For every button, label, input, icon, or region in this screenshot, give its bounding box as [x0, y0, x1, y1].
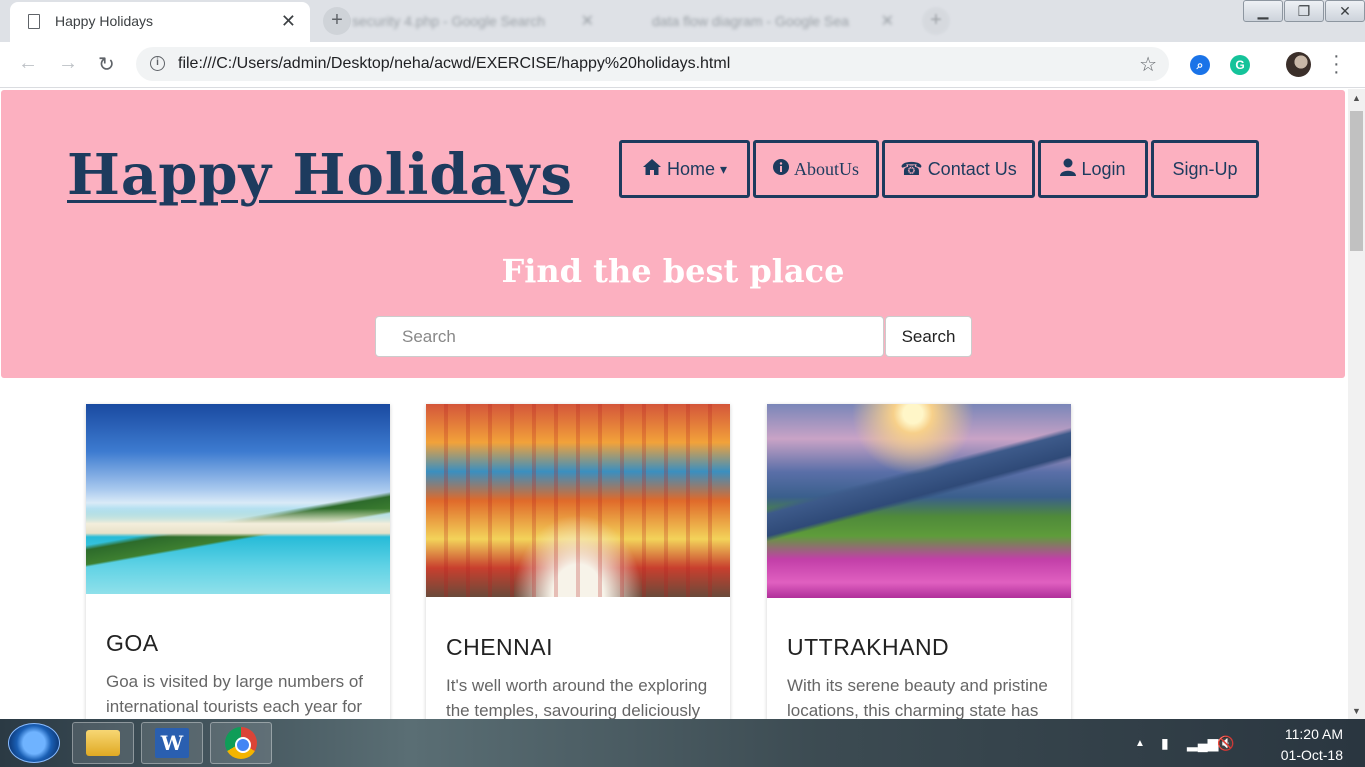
chevron-down-icon: ▾: [719, 160, 728, 177]
card-title: UTTRAKHAND: [787, 634, 950, 660]
browser-tab-bar: Happy Holidays ✕ + security 4.php - Goog…: [0, 0, 1365, 42]
search-extension-icon[interactable]: ⌕: [1190, 55, 1210, 75]
new-tab-button-ghost[interactable]: +: [922, 7, 950, 35]
info-icon: [772, 158, 789, 180]
destination-card-chennai[interactable]: CHENNAI It's well worth around the explo…: [426, 404, 730, 719]
battery-icon[interactable]: ▮: [1161, 735, 1169, 752]
card-text: It's well worth around the exploring the…: [446, 676, 708, 719]
page-scrollbar[interactable]: ▲ ▼: [1348, 89, 1365, 719]
address-bar[interactable]: i file:///C:/Users/admin/Desktop/neha/ac…: [136, 47, 1169, 81]
tab-title: data flow diagram - Google Sea: [652, 13, 849, 29]
page-viewport: Happy Holidays Home ▾ AboutUs ☎ Contact …: [0, 89, 1348, 719]
window-controls: ▁ ❐ ✕: [1242, 0, 1365, 24]
scroll-up-arrow-icon[interactable]: ▲: [1352, 93, 1361, 103]
clock-date[interactable]: 01-Oct-18: [1281, 747, 1343, 763]
browser-toolbar: ← → ↻ i file:///C:/Users/admin/Desktop/n…: [0, 42, 1365, 88]
close-window-button[interactable]: ✕: [1325, 0, 1365, 22]
brand-logo[interactable]: Happy Holidays: [67, 142, 573, 208]
close-tab-icon[interactable]: ✕: [581, 11, 594, 31]
hero-banner: Happy Holidays Home ▾ AboutUs ☎ Contact …: [1, 90, 1345, 378]
url-text[interactable]: file:///C:/Users/admin/Desktop/neha/acwd…: [178, 55, 730, 73]
card-title: GOA: [106, 630, 159, 656]
hero-heading: Find the best place: [501, 252, 845, 290]
word-icon: W: [155, 728, 189, 758]
chrome-icon: [225, 727, 257, 759]
tab-data-flow-search[interactable]: data flow diagram - Google Sea ✕: [630, 6, 900, 36]
user-icon: [1060, 158, 1077, 181]
menu-kebab-icon[interactable]: · · ·: [1333, 46, 1340, 82]
destination-card-uttrakhand[interactable]: UTTRAKHAND With its serene beauty and pr…: [767, 404, 1071, 719]
destination-card-goa[interactable]: GOA Goa is visited by large numbers of i…: [86, 404, 390, 719]
network-signal-icon[interactable]: ▂▄▆: [1187, 735, 1218, 752]
card-title: CHENNAI: [446, 634, 554, 660]
forward-arrow-icon[interactable]: →: [58, 52, 78, 75]
show-hidden-icons-icon[interactable]: ▲: [1135, 738, 1145, 749]
profile-avatar[interactable]: [1286, 52, 1311, 77]
search-button[interactable]: Search: [885, 316, 972, 357]
tab-security-search[interactable]: security 4.php - Google Search ✕: [330, 6, 600, 36]
phone-icon: ☎: [900, 158, 923, 179]
word-button[interactable]: W: [141, 722, 203, 764]
close-tab-icon[interactable]: ✕: [281, 11, 296, 32]
info-icon[interactable]: i: [150, 56, 165, 71]
start-button[interactable]: [8, 723, 60, 763]
document-icon: [28, 14, 40, 29]
nav-about-us[interactable]: AboutUs: [753, 140, 879, 198]
grammarly-icon[interactable]: G: [1230, 55, 1250, 75]
bookmark-star-icon[interactable]: ☆: [1139, 52, 1157, 77]
nav-login[interactable]: Login: [1038, 140, 1148, 198]
nav-contact-label: Contact Us: [927, 158, 1017, 179]
search-input[interactable]: [375, 316, 884, 357]
chrome-button[interactable]: [210, 722, 272, 764]
nav-login-label: Login: [1081, 158, 1126, 179]
card-text: With its serene beauty and pristine loca…: [787, 676, 1048, 719]
nav-about-label: AboutUs: [793, 158, 859, 179]
card-text: Goa is visited by large numbers of inter…: [106, 672, 364, 716]
restore-button[interactable]: ❐: [1284, 0, 1324, 22]
tab-happy-holidays[interactable]: Happy Holidays ✕: [10, 2, 310, 42]
tab-title: security 4.php - Google Search: [352, 13, 545, 29]
system-tray: ▲ ▮ ▂▄▆ 🔇 11:20 AM 01-Oct-18: [1125, 719, 1365, 767]
nav-contact-us[interactable]: ☎ Contact Us: [882, 140, 1035, 198]
file-explorer-button[interactable]: [72, 722, 134, 764]
nav-home-label: Home: [666, 158, 715, 179]
clock-time[interactable]: 11:20 AM: [1285, 726, 1343, 742]
chennai-temple-image[interactable]: [426, 404, 730, 597]
volume-muted-icon[interactable]: 🔇: [1217, 735, 1234, 752]
reload-icon[interactable]: ↻: [98, 52, 115, 77]
close-tab-icon[interactable]: ✕: [881, 11, 894, 31]
uttrakhand-valley-image[interactable]: [767, 404, 1071, 598]
folder-icon: [86, 730, 120, 756]
tab-title: Happy Holidays: [55, 13, 154, 29]
scrollbar-thumb[interactable]: [1350, 111, 1363, 251]
nav-sign-up[interactable]: Sign-Up: [1151, 140, 1259, 198]
nav-signup-label: Sign-Up: [1172, 158, 1238, 179]
goa-beach-image[interactable]: [86, 404, 390, 594]
scroll-down-arrow-icon[interactable]: ▼: [1352, 706, 1361, 716]
nav-home[interactable]: Home ▾: [619, 140, 750, 198]
home-icon: [642, 158, 662, 181]
main-nav: Home ▾ AboutUs ☎ Contact Us Login Sign-U…: [619, 140, 1262, 198]
windows-taskbar: W ▲ ▮ ▂▄▆ 🔇 11:20 AM 01-Oct-18: [0, 719, 1365, 767]
minimize-button[interactable]: ▁: [1243, 0, 1283, 22]
back-arrow-icon[interactable]: ←: [18, 52, 38, 75]
